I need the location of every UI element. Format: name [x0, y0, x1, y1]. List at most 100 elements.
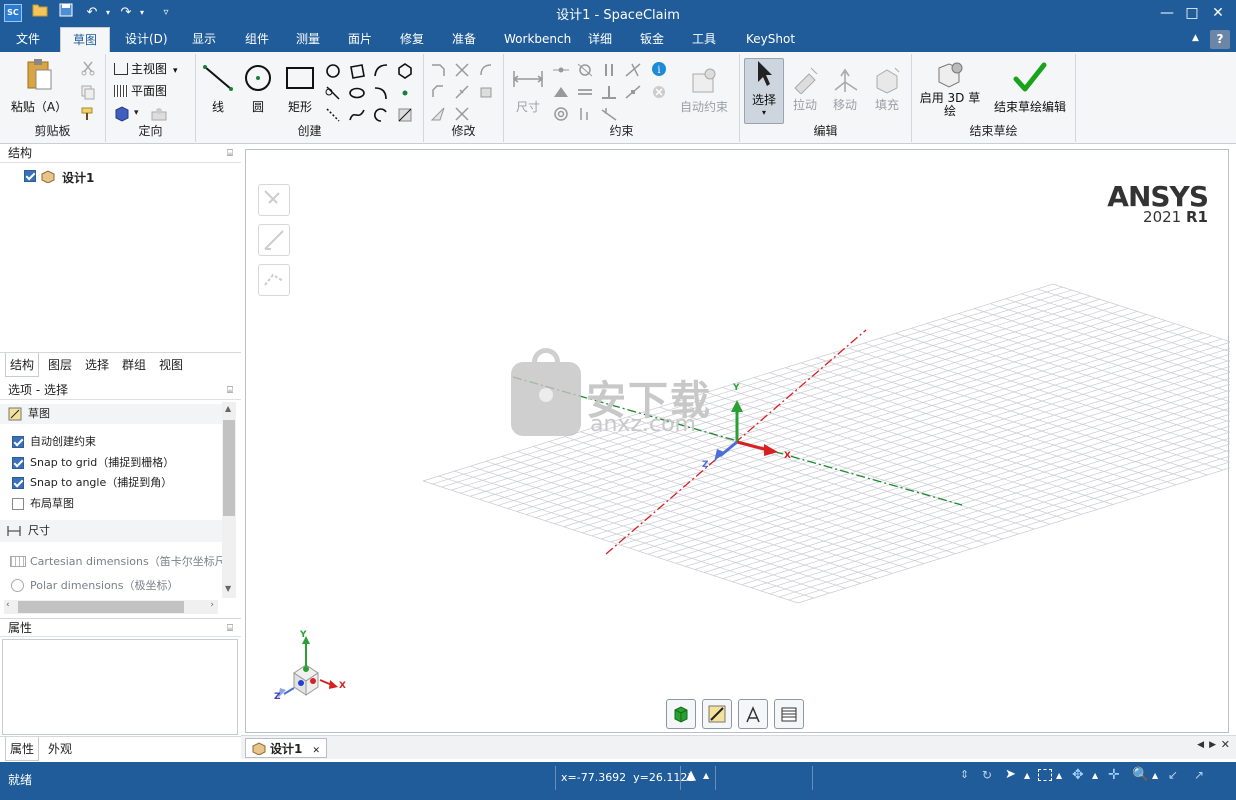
section-mode-button[interactable]: [738, 699, 768, 729]
design-viewport[interactable]: Y X Z 安下载 anxz.com ANSYS 2021 R1 Y X Z: [245, 149, 1230, 733]
delete-constraint-icon[interactable]: [650, 84, 670, 104]
plan-view-button[interactable]: 平面图: [114, 82, 194, 99]
tangent-constraint-icon[interactable]: [576, 62, 596, 82]
next-view-icon[interactable]: ↗: [1194, 768, 1204, 782]
menu-facets[interactable]: 面片: [348, 27, 372, 52]
scroll-up-icon[interactable]: ▲: [225, 404, 231, 413]
option-cartesian[interactable]: Cartesian dimensions（笛卡尔坐标尺寸: [0, 552, 222, 572]
tab-selection[interactable]: 选择: [85, 353, 109, 377]
option-snap-grid[interactable]: Snap to grid（捕捉到栅格）: [0, 453, 222, 473]
close-all-tabs-icon[interactable]: ✕: [1221, 738, 1230, 751]
dimension-button[interactable]: 尺寸: [510, 68, 546, 115]
orientation-triad[interactable]: [268, 628, 358, 708]
tab-layers[interactable]: 图层: [48, 353, 72, 377]
auto-constraint-button[interactable]: 自动约束: [674, 68, 734, 115]
menu-workbench[interactable]: Workbench: [504, 27, 571, 52]
rectangle-button[interactable]: 矩形: [282, 62, 318, 115]
menu-repair[interactable]: 修复: [400, 27, 424, 52]
snap-grid-checkbox[interactable]: [12, 457, 24, 469]
scroll-right-icon[interactable]: ›: [210, 600, 214, 610]
mirror-icon[interactable]: [478, 84, 498, 104]
triangle-small-icon[interactable]: ▲: [703, 771, 709, 780]
circle-button[interactable]: 圆: [240, 62, 276, 115]
chevron-up-icon[interactable]: ▲: [1092, 771, 1098, 780]
tab-structure[interactable]: 结构: [5, 353, 40, 377]
offset-icon[interactable]: [478, 62, 498, 82]
hscrollbar-thumb[interactable]: [18, 601, 184, 613]
menu-assembly[interactable]: 组件: [245, 27, 269, 52]
sketch-grid-icon[interactable]: [258, 264, 290, 296]
tab-appearance[interactable]: 外观: [48, 737, 72, 761]
solid-mode-button[interactable]: [666, 699, 696, 729]
pin-icon[interactable]: ⌸: [227, 381, 233, 400]
close-button[interactable]: ✕: [1206, 3, 1230, 23]
polygon-icon[interactable]: [324, 62, 344, 82]
minimize-button[interactable]: —: [1155, 3, 1179, 23]
cut-icon[interactable]: [80, 60, 100, 80]
corner-icon[interactable]: [430, 62, 450, 82]
zoom-icon[interactable]: 🔍: [1132, 767, 1149, 783]
menu-display[interactable]: 显示: [192, 27, 216, 52]
sketch-plane-icon[interactable]: [258, 224, 290, 256]
extend-icon[interactable]: [454, 84, 474, 104]
select-tool-icon[interactable]: ➤: [1005, 767, 1016, 782]
pull-button[interactable]: 拉动: [786, 66, 824, 113]
sketch-mode-button[interactable]: [702, 699, 732, 729]
move-view-icon[interactable]: ✛: [1108, 767, 1120, 783]
scroll-left-icon[interactable]: ‹: [6, 600, 10, 610]
trim-icon[interactable]: [454, 62, 474, 82]
three-point-rect-icon[interactable]: [348, 62, 368, 82]
document-tab[interactable]: 设计1 ✕: [245, 738, 328, 758]
symmetric-icon[interactable]: [624, 62, 644, 82]
ellipse-icon[interactable]: [348, 84, 368, 104]
pin-icon[interactable]: ⌸: [227, 144, 233, 163]
point-icon[interactable]: [396, 84, 416, 104]
layout-sketch-checkbox[interactable]: [12, 498, 24, 510]
close-tab-icon[interactable]: ✕: [313, 746, 321, 756]
sketch-mode-select-icon[interactable]: [258, 184, 290, 216]
auto-constraint-checkbox[interactable]: [12, 436, 24, 448]
drawing-mode-button[interactable]: [774, 699, 804, 729]
arc-icon[interactable]: [372, 62, 392, 82]
help-button[interactable]: ?: [1210, 30, 1230, 49]
equal-icon[interactable]: [576, 84, 596, 104]
enable-3d-sketch-button[interactable]: 启用 3D 草绘: [916, 60, 984, 118]
line-button[interactable]: 线: [200, 62, 236, 115]
perpendicular-icon[interactable]: [600, 84, 620, 104]
select-button[interactable]: 选择 ▾: [744, 58, 784, 124]
menu-file[interactable]: 文件: [14, 27, 42, 52]
parallel-icon[interactable]: [600, 62, 620, 82]
menu-sketch[interactable]: 草图: [60, 27, 111, 52]
menu-measure[interactable]: 测量: [296, 27, 320, 52]
tangent-arc-icon[interactable]: [372, 84, 392, 104]
option-polar[interactable]: Polar dimensions（极坐标）: [0, 576, 222, 596]
chevron-up-icon[interactable]: ▲: [1056, 771, 1062, 780]
tangent-line-icon[interactable]: [324, 84, 344, 104]
spin-icon[interactable]: ⇕: [960, 768, 969, 781]
menu-sheetmetal[interactable]: 钣金: [640, 27, 664, 52]
menu-keyshot[interactable]: KeyShot: [746, 27, 795, 52]
tab-groups[interactable]: 群组: [122, 353, 146, 377]
option-snap-angle[interactable]: Snap to angle（捕捉到角）: [0, 473, 222, 493]
pin-icon[interactable]: ⌸: [227, 619, 233, 638]
coincident-icon[interactable]: [552, 62, 572, 82]
split-icon[interactable]: [430, 84, 450, 104]
scroll-down-icon[interactable]: ▼: [225, 584, 231, 593]
menu-tools[interactable]: 工具: [692, 27, 716, 52]
collapse-ribbon-icon[interactable]: ▲: [1192, 33, 1202, 43]
scrollbar-thumb[interactable]: [223, 420, 235, 516]
snap-angle-checkbox[interactable]: [12, 477, 24, 489]
option-auto-constraint[interactable]: 自动创建约束: [0, 432, 222, 452]
chevron-up-icon[interactable]: ▲: [1152, 771, 1158, 780]
move-button[interactable]: 移动: [826, 66, 864, 113]
tab-scroll-right-icon[interactable]: ▶: [1209, 740, 1216, 750]
visibility-checkbox[interactable]: [24, 170, 36, 182]
tab-scroll-left-icon[interactable]: ◀: [1197, 740, 1204, 750]
maximize-button[interactable]: □: [1180, 3, 1204, 23]
home-view-button[interactable]: 主视图 ▾: [114, 60, 194, 77]
chevron-up-icon[interactable]: ▲: [1024, 771, 1030, 780]
menu-design[interactable]: 设计(D): [125, 27, 168, 52]
midpoint-icon[interactable]: [624, 84, 644, 104]
options-scrollbar[interactable]: ▲ ▼: [222, 402, 236, 598]
tab-views[interactable]: 视图: [159, 353, 183, 377]
